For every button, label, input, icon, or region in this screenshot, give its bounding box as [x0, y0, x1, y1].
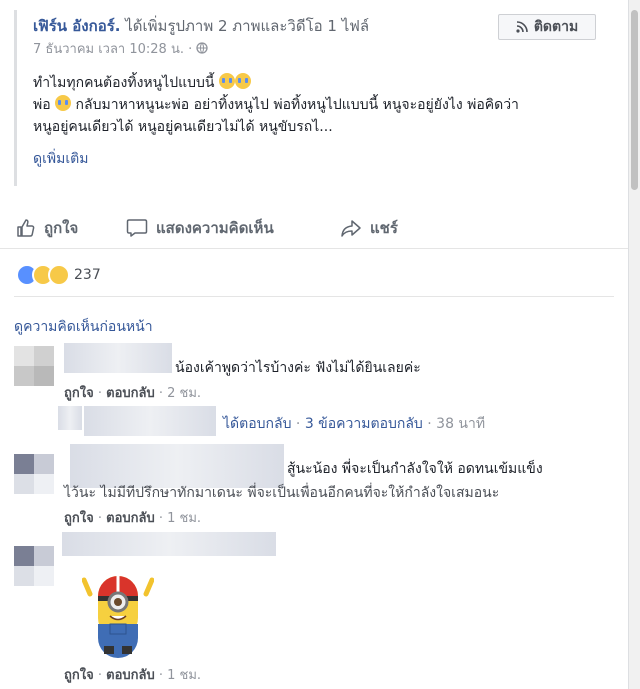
blurred-name — [62, 532, 276, 556]
comment-label: แสดงความคิดเห็น — [156, 219, 274, 237]
share-icon — [341, 220, 361, 237]
post-body: ทำไมทุกคนต้องทิ้งหนูไปแบบนี้ พ่อ กลับมาห… — [33, 72, 613, 138]
post-line-2b: กลับมาหาหนูนะพ่อ อย่าทิ้งหนูไป พ่อทิ้งหน… — [75, 97, 519, 113]
wow-reaction-icon — [48, 264, 70, 286]
post-actions-bar: ถูกใจ แสดงความคิดเห็น แชร์ — [0, 208, 628, 249]
post-header: เฟิร์น อังกอร์. ได้เพิ่มรูปภาพ 2 ภาพและว… — [33, 14, 369, 38]
comment-like-link[interactable]: ถูกใจ — [64, 386, 94, 401]
comment-reply-link[interactable]: ตอบกลับ — [106, 386, 155, 401]
avatar[interactable] — [14, 346, 54, 386]
comment-like-link[interactable]: ถูกใจ — [64, 511, 94, 526]
rss-icon — [516, 21, 528, 33]
comment-meta: ถูกใจ · ตอบกลับ · 1 ชม. — [64, 511, 202, 526]
post-timestamp[interactable]: 7 ธันวาคม เวลา 10:28 น. — [33, 42, 184, 57]
thumbs-up-icon — [17, 219, 35, 237]
comment-reply-link[interactable]: ตอบกลับ — [106, 668, 155, 683]
reactions-summary[interactable]: 237 — [16, 264, 101, 286]
post-line-3: หนูอยู่คนเดียวได้ หนูอยู่คนเดียวไม่ได้ ห… — [33, 119, 333, 135]
avatar[interactable] — [14, 454, 54, 494]
follow-button[interactable]: ติดตาม — [498, 14, 596, 40]
comment-like-link[interactable]: ถูกใจ — [64, 668, 94, 683]
comment-icon — [126, 219, 148, 237]
comment-button[interactable]: แสดงความคิดเห็น — [126, 216, 274, 240]
blurred-name — [64, 343, 172, 373]
globe-icon — [196, 42, 209, 54]
replies-summary[interactable]: ได้ตอบกลับ · 3 ข้อความตอบกลับ · 38 นาที — [223, 413, 485, 435]
crying-emoji — [218, 73, 235, 89]
comment-text-line-1: สู้นะน้อง พี่จะเป็นกำลังใจให้ อดทนเข้มแข… — [287, 461, 543, 477]
crying-emoji — [55, 95, 72, 111]
comment-reply-link[interactable]: ตอบกลับ — [106, 511, 155, 526]
share-button[interactable]: แชร์ — [340, 216, 398, 240]
see-more-link[interactable]: ดูเพิ่มเติม — [33, 148, 88, 170]
comment-time[interactable]: 2 ชม. — [167, 386, 201, 401]
crying-emoji — [234, 73, 251, 89]
reaction-count: 237 — [74, 267, 101, 283]
like-button[interactable]: ถูกใจ — [16, 216, 78, 240]
meta-separator: · — [188, 42, 193, 57]
like-label: ถูกใจ — [44, 219, 79, 237]
minion-sticker — [82, 576, 154, 658]
post-meta: 7 ธันวาคม เวลา 10:28 น. · — [33, 38, 209, 59]
scrollbar[interactable] — [629, 0, 640, 689]
share-label: แชร์ — [370, 219, 398, 237]
post-line-2a: พ่อ — [33, 97, 51, 113]
divider — [14, 296, 614, 297]
comment-time[interactable]: 1 ชม. — [167, 668, 201, 683]
post-action-text: ได้เพิ่มรูปภาพ 2 ภาพและวิดีโอ 1 ไฟล์ — [125, 17, 370, 35]
avatar[interactable] — [14, 546, 54, 586]
comment-meta: ถูกใจ · ตอบกลับ · 2 ชม. — [64, 386, 202, 401]
shared-post-bar — [14, 10, 17, 186]
reply-avatar[interactable] — [58, 406, 82, 430]
replies-time: 38 นาที — [436, 416, 486, 432]
blurred-name — [84, 406, 216, 436]
comment-time[interactable]: 1 ชม. — [167, 511, 201, 526]
view-previous-comments-link[interactable]: ดูความคิดเห็นก่อนหน้า — [14, 316, 153, 338]
scrollbar-thumb[interactable] — [631, 10, 638, 190]
post-card: เฟิร์น อังกอร์. ได้เพิ่มรูปภาพ 2 ภาพและว… — [0, 0, 629, 689]
author-name[interactable]: เฟิร์น อังกอร์. — [33, 17, 120, 35]
follow-label: ติดตาม — [533, 19, 579, 35]
post-line-1: ทำไมทุกคนต้องทิ้งหนูไปแบบนี้ — [33, 75, 215, 91]
comment-meta: ถูกใจ · ตอบกลับ · 1 ชม. — [64, 668, 202, 683]
replied-text: ได้ตอบกลับ — [223, 416, 292, 432]
comment-text-line-2: ไว้นะ ไม่มีทีปรึกษาทักมาเดนะ พี่จะเป็นเพ… — [64, 485, 500, 501]
comment-text: น้องเค้าพูดว่าไรบ้างค่ะ ฟังไม่ได้ยินเลยค… — [175, 360, 421, 376]
replies-count: 3 ข้อความตอบกลับ — [304, 416, 423, 432]
